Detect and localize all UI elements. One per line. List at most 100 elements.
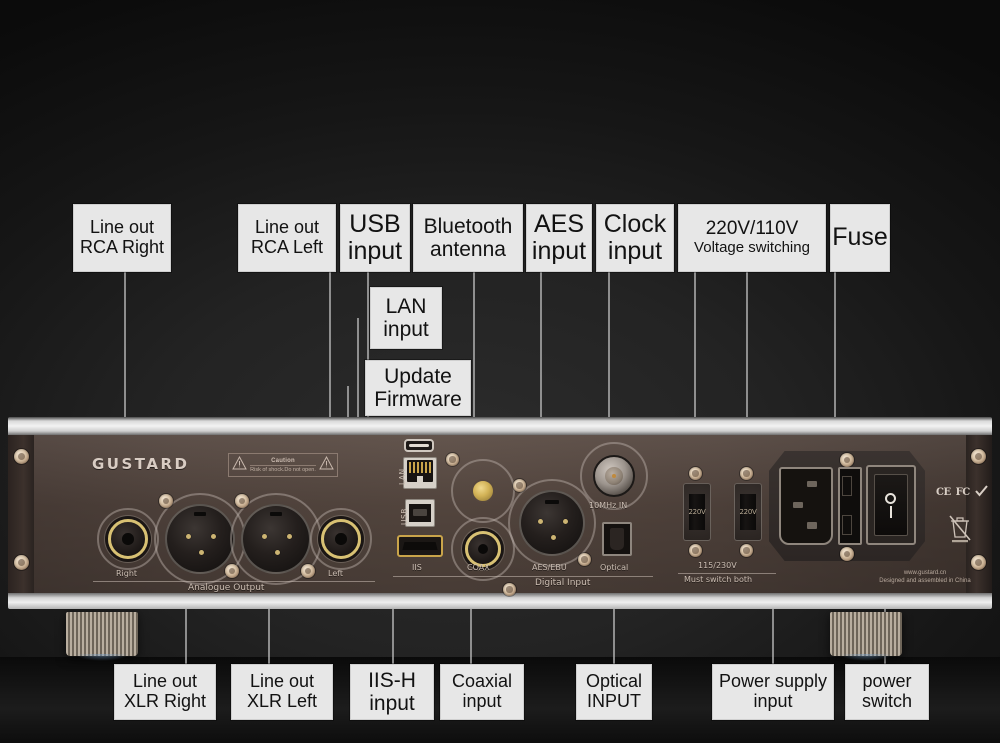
voltage-selector-1-screw-bottom: [689, 544, 702, 557]
callout-line-2: RCA Right: [79, 237, 165, 257]
callout-line-1: Fuse: [832, 223, 888, 252]
ce-mark-icon: CE: [936, 487, 951, 498]
rca-right-jack[interactable]: [108, 519, 148, 559]
callout-line-2: input: [753, 691, 793, 711]
chassis-foot-left: [66, 612, 138, 661]
callout-line-1: USB: [349, 209, 401, 238]
brand-logo: GUSTARD: [92, 455, 190, 473]
callout-line-out-rca-left[interactable]: Line out RCA Left: [238, 204, 336, 272]
fcc-mark-icon: FC: [955, 487, 971, 498]
callout-line-2: XLR Left: [246, 691, 318, 711]
voltage-selector-1-screw-top: [689, 467, 702, 480]
callout-coaxial-input[interactable]: Coaxial input: [440, 664, 524, 720]
caution-subtitle: Risk of shock.Do not open.: [250, 466, 316, 473]
clock-bnc-label: 10MHz IN: [589, 501, 628, 510]
aes-screw-bottom: [578, 553, 591, 566]
callout-power-supply-input[interactable]: Power supply input: [712, 664, 834, 720]
optical-label: Optical: [600, 563, 629, 572]
callout-line-2: input: [462, 691, 502, 711]
weee-bin-icon: [948, 513, 974, 548]
power-on-symbol-icon: [889, 505, 892, 518]
xlr-right-screw-bottom: [225, 564, 239, 578]
iec-power-inlet[interactable]: [779, 467, 833, 545]
callout-line-2: input: [347, 237, 403, 265]
lan-port-label: LAN: [398, 468, 407, 485]
origin-text: Designed and assembled in China: [879, 578, 971, 585]
usb-port-label: USB: [400, 508, 409, 525]
callout-line-1: LAN: [385, 294, 427, 318]
callout-line-1: AES: [533, 209, 585, 238]
optical-toslink-port[interactable]: [602, 522, 632, 556]
callout-lan-input[interactable]: LAN input: [370, 287, 442, 349]
xlr-right-screw-top: [159, 494, 173, 508]
usb-c-firmware-port[interactable]: [404, 439, 434, 452]
callout-voltage-switching[interactable]: 220V/110V Voltage switching: [678, 204, 826, 272]
xlr-left-connector[interactable]: [241, 504, 311, 574]
callout-line-1: Bluetooth: [423, 214, 513, 238]
callout-aes-input[interactable]: AES input: [526, 204, 592, 272]
analogue-output-section-label: Analogue Output: [188, 583, 265, 593]
callout-fuse[interactable]: Fuse: [830, 204, 890, 272]
bluetooth-antenna-connector[interactable]: [471, 479, 495, 503]
xlr-right-connector[interactable]: [165, 504, 235, 574]
callout-line-2: switch: [861, 691, 912, 711]
usb-b-port[interactable]: [405, 499, 435, 527]
rca-left-label: Left: [328, 569, 344, 578]
callout-line-2: XLR Right: [123, 691, 207, 711]
callout-line-1: Optical: [585, 671, 643, 692]
warning-triangle-icon-left: [232, 455, 247, 475]
callout-clock-input[interactable]: Clock input: [596, 204, 674, 272]
callout-power-switch[interactable]: power switch: [845, 664, 929, 720]
callout-line-2: input: [531, 237, 587, 265]
callout-optical-input[interactable]: Optical INPUT: [576, 664, 652, 720]
callout-line-2: input: [607, 237, 663, 265]
callout-line-1: Update: [384, 364, 452, 388]
callout-line-1: 220V/110V: [705, 218, 799, 240]
callout-line-2: input: [369, 692, 415, 715]
rca-left-jack[interactable]: [321, 519, 361, 559]
panel-screw-top-left: [14, 449, 29, 464]
coax-screw-top: [446, 453, 459, 466]
caution-label: Caution Risk of shock.Do not open.: [228, 453, 338, 477]
aes-screw-top: [513, 479, 526, 492]
callout-line-1: Line out: [132, 671, 198, 692]
voltage-range-label: 115/230V: [698, 561, 737, 570]
voltage-selector-1-value: 220V: [688, 507, 706, 516]
voltage-selector-2[interactable]: 220V: [734, 483, 762, 541]
coax-rca-jack[interactable]: [465, 531, 501, 567]
callout-line-1: power: [862, 671, 912, 692]
callout-bluetooth-antenna[interactable]: Bluetooth antenna: [413, 204, 523, 272]
callout-line-2: RCA Left: [250, 237, 324, 257]
rohs-mark-icon: [974, 485, 988, 500]
power-off-symbol-icon: [885, 492, 897, 504]
gustard-dac-rear-panel: GUSTARD Caution Risk of shock.Do not ope…: [8, 417, 992, 609]
callout-line-2: antenna: [430, 238, 506, 261]
voltage-selector-2-screw-bottom: [740, 544, 753, 557]
clock-bnc-connector[interactable]: [593, 455, 635, 497]
callout-update-firmware[interactable]: Update Firmware: [365, 360, 471, 416]
coax-label: COAX: [467, 563, 490, 572]
digital-underline: [393, 576, 653, 577]
fuse-drawer[interactable]: [838, 467, 862, 545]
callout-line-out-xlr-right[interactable]: Line out XLR Right: [114, 664, 216, 720]
callout-iis-h-input[interactable]: IIS-H input: [350, 664, 434, 720]
callout-usb-input[interactable]: USB input: [340, 204, 410, 272]
panel-screw-bottom-right: [971, 555, 986, 570]
voltage-underline: [678, 573, 776, 574]
callout-line-1: Line out: [254, 217, 320, 238]
callout-line-out-xlr-left[interactable]: Line out XLR Left: [231, 664, 333, 720]
callout-line-2: input: [383, 318, 429, 341]
callout-line-2: Firmware: [374, 388, 462, 411]
iis-hdmi-port[interactable]: [397, 535, 443, 557]
voltage-selector-1[interactable]: 220V: [683, 483, 711, 541]
callout-line-1: Power supply: [718, 671, 828, 692]
lan-rj45-port[interactable]: [403, 457, 437, 489]
power-module-screw-top: [840, 453, 854, 467]
callout-line-1: Line out: [89, 217, 155, 238]
callout-line-2: INPUT: [587, 691, 641, 711]
aes-ebu-connector[interactable]: [519, 490, 585, 556]
power-switch-rocker[interactable]: [866, 465, 916, 545]
panel-screw-top-right: [971, 449, 986, 464]
warning-triangle-icon-right: [319, 455, 334, 475]
callout-line-out-rca-right[interactable]: Line out RCA Right: [73, 204, 171, 272]
